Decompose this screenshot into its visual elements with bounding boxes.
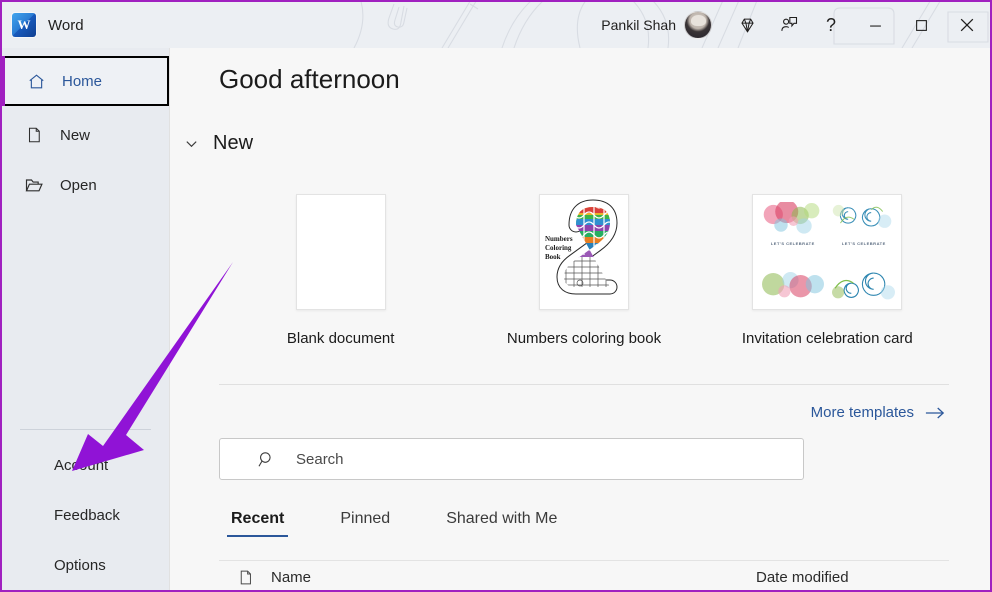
word-logo-icon: W <box>12 13 36 37</box>
avatar[interactable] <box>684 11 712 39</box>
maximize-button[interactable] <box>898 2 944 48</box>
tab-recent[interactable]: Recent <box>219 510 296 537</box>
premium-diamond-icon[interactable] <box>726 2 768 48</box>
invitation-cell: LET'S CELEBRATE <box>760 202 826 250</box>
invitation-caption: LET'S CELEBRATE <box>770 241 815 246</box>
tab-shared-with-me[interactable]: Shared with Me <box>434 510 569 537</box>
template-card-blank-document[interactable]: Blank document <box>219 194 462 347</box>
section-divider <box>219 384 949 385</box>
titlebar-controls: Pankil Shah ? <box>601 2 990 48</box>
sidebar-item-label: Feedback <box>54 506 120 524</box>
app-title: Word <box>48 16 84 34</box>
template-thumbnail[interactable]: LET'S CELEBRATE LET'S CELEBRATE <box>752 194 903 310</box>
documents-table-header: Name Date modified <box>219 560 949 590</box>
search-icon <box>257 450 276 469</box>
left-navigation-sidebar: Home New Open Account Feedback Options <box>2 48 170 590</box>
document-icon <box>219 568 271 587</box>
search-input[interactable]: Search <box>296 451 344 468</box>
help-icon[interactable]: ? <box>810 2 852 48</box>
new-document-icon <box>24 125 44 145</box>
sidebar-item-feedback[interactable]: Feedback <box>2 490 169 540</box>
tab-label: Shared with Me <box>446 510 558 527</box>
thumbnail-caption: Numbers Coloring Book <box>544 235 573 261</box>
documents-tabs: Recent Pinned Shared with Me <box>219 510 569 537</box>
sidebar-item-new[interactable]: New <box>2 110 169 160</box>
template-label: Blank document <box>286 330 395 347</box>
sidebar-item-label: Options <box>54 556 106 574</box>
main-content-area: Good afternoon New Blank document Number… <box>171 48 990 590</box>
sidebar-item-label: Home <box>62 72 103 90</box>
person-chat-icon[interactable] <box>768 2 810 48</box>
close-button[interactable] <box>944 2 990 48</box>
chevron-down-icon[interactable] <box>184 136 199 151</box>
minimize-button[interactable] <box>852 2 898 48</box>
open-folder-icon <box>24 175 44 195</box>
column-header-date-modified[interactable]: Date modified <box>756 569 849 586</box>
sidebar-item-label: New <box>60 126 91 144</box>
account-user-name[interactable]: Pankil Shah <box>601 17 676 33</box>
tab-label: Recent <box>231 510 285 527</box>
sidebar-item-options[interactable]: Options <box>2 540 169 590</box>
more-templates-label: More templates <box>810 404 914 421</box>
sidebar-item-home[interactable]: Home <box>2 56 169 106</box>
search-box[interactable]: Search <box>219 438 804 480</box>
sidebar-item-open[interactable]: Open <box>2 160 169 210</box>
template-label: Numbers coloring book <box>506 330 662 347</box>
sidebar-item-label: Open <box>60 176 97 194</box>
titlebar-brand: W Word <box>12 2 84 48</box>
sidebar-divider <box>20 429 151 430</box>
home-icon <box>26 71 46 91</box>
tab-label: Pinned <box>340 510 391 527</box>
invitation-cell <box>760 256 826 304</box>
new-section-header[interactable]: New <box>184 132 253 155</box>
invitation-cell <box>831 256 897 304</box>
sidebar-bottom-group: Account Feedback Options <box>2 429 169 590</box>
template-thumbnail[interactable]: Numbers Coloring Book <box>538 194 629 310</box>
invitation-cell: LET'S CELEBRATE <box>831 202 897 250</box>
invitation-caption: LET'S CELEBRATE <box>841 241 886 246</box>
arrow-right-icon <box>925 406 945 420</box>
template-card-numbers-coloring-book[interactable]: Numbers Coloring Book Numbers coloring boo… <box>462 194 705 347</box>
sidebar-item-account[interactable]: Account <box>2 440 169 490</box>
title-bar: W Word Pankil Shah ? <box>2 2 990 48</box>
sidebar-item-label: Account <box>54 456 109 474</box>
section-title: New <box>213 132 254 154</box>
template-label: Invitation celebration card <box>741 330 913 347</box>
page-title: Good afternoon <box>219 64 400 94</box>
word-start-screen-window: W Word Pankil Shah ? Home New Open Accou… <box>0 0 992 592</box>
tab-pinned[interactable]: Pinned <box>328 510 402 537</box>
more-templates-link[interactable]: More templates <box>811 404 945 421</box>
template-thumbnail[interactable] <box>295 194 386 310</box>
template-card-invitation-celebration-card[interactable]: LET'S CELEBRATE LET'S CELEBRATE Invitati… <box>706 194 949 347</box>
template-gallery: Blank document Numbers Coloring Book Num… <box>219 194 949 347</box>
column-header-name[interactable]: Name <box>271 569 311 586</box>
